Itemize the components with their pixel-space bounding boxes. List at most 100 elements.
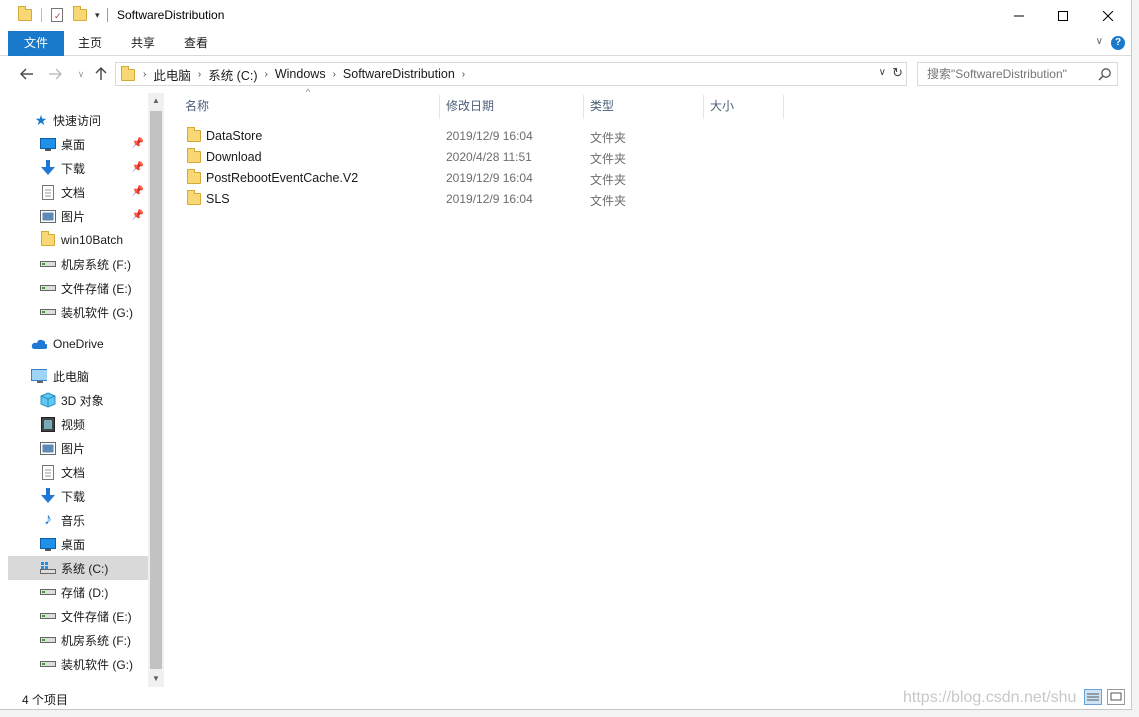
nav-item-documents[interactable]: 文档 📌 — [8, 180, 148, 204]
folder-icon — [187, 148, 201, 166]
nav-label: 下载 — [61, 489, 86, 504]
nav-quick-access[interactable]: ★ 快速访问 — [8, 108, 148, 132]
nav-item-drive-d[interactable]: 存储 (D:) — [8, 580, 148, 604]
folder-icon[interactable] — [18, 6, 32, 21]
address-bar[interactable]: › 此电脑 › 系统 (C:) › Windows › SoftwareDist… — [115, 62, 907, 86]
up-button[interactable] — [92, 65, 110, 83]
nav-item-3d-objects[interactable]: 3D 对象 — [8, 388, 148, 412]
computer-icon — [31, 368, 47, 384]
chevron-right-icon[interactable]: › — [333, 69, 336, 80]
nav-onedrive[interactable]: OneDrive — [8, 332, 148, 356]
tab-home[interactable]: 主页 — [68, 31, 112, 56]
download-arrow-icon — [40, 488, 56, 504]
nav-item-pictures[interactable]: 图片 📌 — [8, 204, 148, 228]
breadcrumb-this-pc[interactable]: 此电脑 — [153, 65, 191, 84]
nav-scrollbar[interactable]: ▲ ▼ — [148, 93, 164, 687]
nav-item-videos[interactable]: 视频 — [8, 412, 148, 436]
nav-item-drive-f[interactable]: 机房系统 (F:) — [8, 252, 148, 276]
address-history-chevron-icon[interactable]: ∨ — [879, 67, 886, 78]
expand-ribbon-chevron-icon[interactable]: ∨ — [1096, 36, 1103, 47]
nav-item-documents-pc[interactable]: 文档 — [8, 460, 148, 484]
column-header-date[interactable]: 修改日期 — [446, 93, 582, 119]
nav-item-drive-e-pc[interactable]: 文件存储 (E:) — [8, 604, 148, 628]
nav-item-drive-g[interactable]: 装机软件 (G:) — [8, 300, 148, 324]
back-button[interactable] — [18, 65, 36, 83]
document-icon — [40, 184, 56, 200]
nav-item-downloads[interactable]: 下载 📌 — [8, 156, 148, 180]
file-name: Download — [206, 150, 262, 164]
nav-item-drive-g-pc[interactable]: 装机软件 (G:) — [8, 652, 148, 676]
details-view-button[interactable] — [1084, 689, 1102, 705]
nav-item-desktop[interactable]: 桌面 📌 — [8, 132, 148, 156]
column-header-name[interactable]: 名称 — [185, 93, 439, 119]
forward-button[interactable] — [46, 65, 64, 83]
pin-icon[interactable]: 📌 — [132, 210, 144, 221]
scrollbar-thumb[interactable] — [150, 111, 162, 669]
file-explorer-window: ✓ ▾ SoftwareDistribution 文件 主页 共享 查看 ∨ ? — [0, 0, 1132, 710]
pin-icon[interactable]: 📌 — [132, 138, 144, 149]
nav-item-win10batch[interactable]: win10Batch — [8, 228, 148, 252]
column-header-size[interactable]: 大小 — [710, 93, 782, 119]
chevron-right-icon[interactable]: › — [198, 69, 201, 80]
picture-icon — [40, 440, 56, 456]
breadcrumb-windows[interactable]: Windows — [275, 67, 326, 81]
column-divider[interactable] — [783, 95, 784, 119]
desktop-background — [0, 710, 1139, 717]
recent-locations-chevron-icon[interactable]: ∨ — [72, 65, 90, 83]
nav-this-pc[interactable]: 此电脑 — [8, 364, 148, 388]
table-row[interactable]: PostRebootEventCache.V2 2019/12/9 16:04 … — [184, 168, 924, 189]
nav-label: 快速访问 — [53, 113, 102, 128]
close-button[interactable] — [1085, 0, 1131, 31]
new-folder-icon[interactable] — [73, 6, 87, 21]
table-row[interactable]: Download 2020/4/28 11:51 文件夹 — [184, 147, 924, 168]
pin-icon[interactable]: 📌 — [132, 162, 144, 173]
table-row[interactable]: SLS 2019/12/9 16:04 文件夹 — [184, 189, 924, 210]
search-input[interactable] — [917, 62, 1118, 86]
pin-icon[interactable]: 📌 — [132, 186, 144, 197]
file-date: 2019/12/9 16:04 — [446, 129, 533, 143]
refresh-icon[interactable]: ↻ — [892, 65, 903, 81]
folder-icon — [187, 190, 201, 208]
details-view-icon — [1087, 693, 1099, 701]
column-divider[interactable] — [703, 95, 704, 119]
file-type: 文件夹 — [590, 152, 627, 166]
maximize-icon — [1058, 10, 1068, 21]
tab-view[interactable]: 查看 — [174, 31, 218, 56]
customize-toolbar-icon[interactable]: ▾ — [95, 10, 100, 21]
column-header-type[interactable]: 类型 — [590, 93, 702, 119]
table-row[interactable]: DataStore 2019/12/9 16:04 文件夹 — [184, 126, 924, 147]
nav-label: 装机软件 (G:) — [61, 305, 133, 320]
column-divider[interactable] — [583, 95, 584, 119]
minimize-button[interactable] — [996, 0, 1042, 31]
chevron-right-icon[interactable]: › — [462, 69, 465, 80]
nav-item-pictures-pc[interactable]: 图片 — [8, 436, 148, 460]
file-date: 2019/12/9 16:04 — [446, 192, 533, 206]
nav-label: 桌面 — [61, 137, 86, 152]
nav-item-desktop-pc[interactable]: 桌面 — [8, 532, 148, 556]
column-divider[interactable] — [439, 95, 440, 119]
nav-label: 图片 — [61, 209, 86, 224]
tab-file[interactable]: 文件 — [8, 31, 64, 56]
chevron-right-icon[interactable]: › — [143, 69, 146, 80]
properties-icon[interactable]: ✓ — [51, 8, 63, 22]
tab-share[interactable]: 共享 — [121, 31, 165, 56]
search-icon[interactable] — [1098, 67, 1112, 81]
breadcrumb-system-c[interactable]: 系统 (C:) — [208, 65, 257, 84]
scroll-down-arrow-icon[interactable]: ▼ — [148, 671, 164, 687]
nav-item-downloads-pc[interactable]: 下载 — [8, 484, 148, 508]
nav-item-music[interactable]: ♪ 音乐 — [8, 508, 148, 532]
breadcrumb-softwaredistribution[interactable]: SoftwareDistribution — [343, 67, 455, 81]
nav-item-system-c[interactable]: 系统 (C:) — [8, 556, 148, 580]
scroll-up-arrow-icon[interactable]: ▲ — [148, 93, 164, 109]
folder-icon — [187, 169, 201, 187]
navigation-bar: ∨ › 此电脑 › 系统 (C:) › Windows › SoftwareDi… — [0, 61, 1131, 88]
chevron-right-icon[interactable]: › — [265, 69, 268, 80]
drive-icon — [40, 632, 56, 648]
help-icon[interactable]: ? — [1111, 36, 1125, 50]
nav-item-drive-e[interactable]: 文件存储 (E:) — [8, 276, 148, 300]
maximize-button[interactable] — [1040, 0, 1086, 31]
large-icons-view-button[interactable] — [1107, 689, 1125, 705]
nav-item-drive-f-pc[interactable]: 机房系统 (F:) — [8, 628, 148, 652]
nav-label: 音乐 — [61, 513, 86, 528]
desktop-icon — [40, 536, 56, 552]
